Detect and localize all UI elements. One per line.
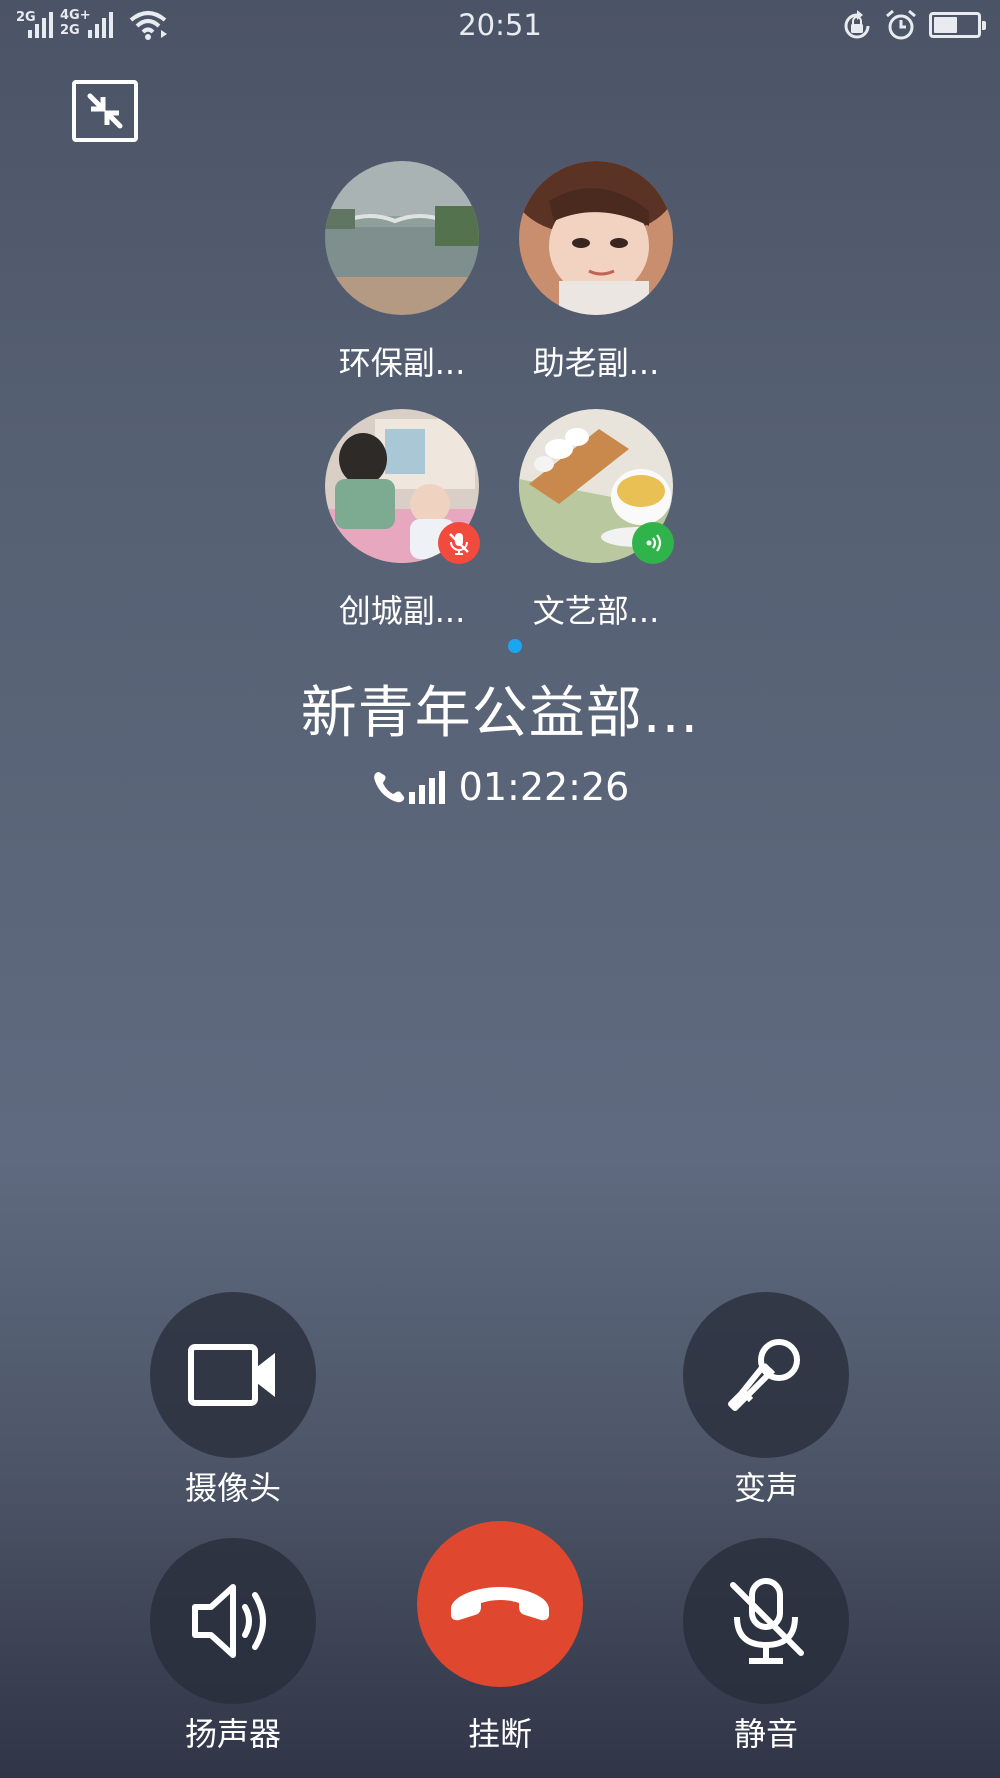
alarm-icon	[886, 9, 916, 40]
speaking-badge	[632, 522, 674, 564]
hangup-button[interactable]	[417, 1521, 583, 1687]
call-title: 新青年公益部...	[300, 681, 700, 746]
participant-name: 助老副...	[532, 344, 660, 382]
hangup-phone-icon	[451, 1587, 549, 1621]
call-duration: 01:22:26	[458, 765, 630, 809]
video-camera-icon	[188, 1344, 275, 1406]
participant-avatar[interactable]	[519, 161, 673, 315]
participant-name: 创城副...	[338, 592, 466, 630]
battery-icon	[929, 12, 986, 38]
participant-name: 文艺部...	[532, 592, 660, 630]
call-signal-icon	[373, 771, 445, 804]
voice-changer-label: 变声	[733, 1469, 798, 1507]
call-status-row: 01:22:26	[0, 765, 1000, 809]
page-indicator-dot	[508, 639, 522, 653]
mute-label: 静音	[733, 1715, 798, 1753]
speaker-icon	[192, 1584, 266, 1658]
mic-off-icon	[449, 533, 469, 555]
speaker-label: 扬声器	[184, 1715, 281, 1753]
muted-badge	[438, 522, 480, 564]
camera-button[interactable]	[150, 1292, 316, 1458]
mic-off-icon	[730, 1578, 804, 1664]
avatar-image	[519, 161, 673, 315]
speaking-icon	[646, 534, 662, 552]
hangup-label: 挂断	[467, 1715, 532, 1753]
participant-name: 环保副...	[338, 344, 466, 382]
speaker-button[interactable]	[150, 1538, 316, 1704]
voice-changer-button[interactable]	[683, 1292, 849, 1458]
rotation-lock-icon	[844, 10, 870, 39]
microphone-voice-changer-icon	[728, 1339, 800, 1411]
minimize-call-button[interactable]	[72, 80, 138, 142]
status-bar: 2G 4G+ 2G 20:51	[0, 0, 1000, 52]
camera-label: 摄像头	[184, 1469, 281, 1507]
mute-button[interactable]	[683, 1538, 849, 1704]
participant-avatar[interactable]	[325, 161, 479, 315]
avatar-image	[325, 161, 479, 315]
minimize-icon	[87, 93, 123, 129]
